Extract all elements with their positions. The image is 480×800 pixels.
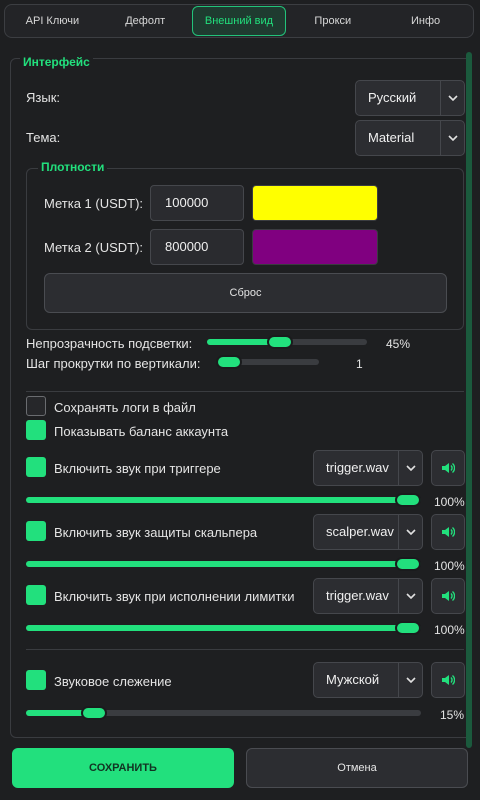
voice-tracking-checkbox[interactable] — [26, 670, 46, 690]
language-select[interactable]: Русский — [355, 80, 465, 116]
save-logs-checkbox[interactable] — [26, 396, 46, 416]
sound-trigger-select[interactable]: trigger.wav — [313, 450, 423, 486]
speaker-icon[interactable] — [431, 662, 465, 698]
language-label: Язык: — [26, 90, 60, 105]
tab-api-keys[interactable]: API Ключи — [6, 6, 99, 36]
theme-value: Material — [368, 130, 415, 145]
sound-limit-label: Включить звук при исполнении лимитки — [54, 589, 295, 604]
sound-trigger-checkbox[interactable] — [26, 457, 46, 477]
theme-select[interactable]: Material — [355, 120, 465, 156]
speaker-icon[interactable] — [431, 514, 465, 550]
sound-scalper-label: Включить звук защиты скальпера — [54, 525, 258, 540]
language-value: Русский — [368, 90, 417, 105]
voice-volume-value: 15% — [440, 708, 465, 722]
chevron-down-icon — [398, 663, 422, 697]
sound-trigger-volume-slider[interactable] — [26, 493, 421, 507]
sound-trigger-volume-handle[interactable] — [395, 493, 421, 507]
chevron-down-icon — [440, 121, 464, 155]
chevron-down-icon — [398, 451, 422, 485]
sound-scalper-volume-value: 100% — [434, 559, 465, 573]
sound-scalper-file: scalper.wav — [326, 524, 394, 539]
voice-value: Мужской — [326, 672, 380, 687]
sound-trigger-volume-value: 100% — [434, 495, 465, 509]
show-balance-label: Показывать баланс аккаунта — [54, 424, 229, 439]
voice-tracking-label: Звуковое слежение — [54, 674, 172, 689]
show-balance-checkbox[interactable] — [26, 420, 46, 440]
opacity-label: Непрозрачность подсветки: — [26, 336, 193, 351]
cancel-button[interactable]: Отмена — [246, 748, 468, 788]
sound-limit-volume-handle[interactable] — [395, 621, 421, 635]
divider — [26, 649, 464, 650]
tab-proxy[interactable]: Прокси — [286, 6, 379, 36]
sound-limit-checkbox[interactable] — [26, 585, 46, 605]
tab-default[interactable]: Дефолт — [99, 6, 192, 36]
opacity-value: 45% — [386, 337, 411, 351]
reset-button[interactable]: Сброс — [44, 273, 447, 313]
mark1-input[interactable]: 100000 — [150, 185, 244, 221]
scroll-step-value: 1 — [356, 357, 363, 371]
speaker-icon[interactable] — [431, 450, 465, 486]
mark2-label: Метка 2 (USDT): — [44, 240, 144, 255]
theme-label: Тема: — [26, 130, 61, 145]
divider — [26, 391, 464, 392]
tab-info[interactable]: Инфо — [379, 6, 472, 36]
scroll-step-slider[interactable] — [216, 355, 319, 369]
sound-limit-volume-fill — [26, 625, 421, 631]
sound-limit-volume-value: 100% — [434, 623, 465, 637]
sound-limit-volume-slider[interactable] — [26, 621, 421, 635]
sound-limit-select[interactable]: trigger.wav — [313, 578, 423, 614]
sound-scalper-select[interactable]: scalper.wav — [313, 514, 423, 550]
interface-legend: Интерфейс — [20, 55, 93, 69]
mark1-label: Метка 1 (USDT): — [44, 196, 144, 211]
scroll-step-slider-handle[interactable] — [216, 355, 242, 369]
mark2-color-swatch[interactable] — [252, 229, 378, 265]
tab-bar: API Ключи Дефолт Внешний вид Прокси Инфо — [4, 4, 474, 38]
tab-appearance[interactable]: Внешний вид — [191, 6, 287, 36]
chevron-down-icon — [398, 579, 422, 613]
opacity-slider[interactable] — [207, 335, 367, 349]
voice-volume-slider[interactable] — [26, 706, 421, 720]
sound-trigger-volume-fill — [26, 497, 421, 503]
chevron-down-icon — [440, 81, 464, 115]
sound-trigger-file: trigger.wav — [326, 460, 389, 475]
chevron-down-icon — [398, 515, 422, 549]
save-logs-label: Сохранять логи в файл — [54, 400, 196, 415]
scroll-step-label: Шаг прокрутки по вертикали: — [26, 356, 201, 371]
sound-scalper-volume-slider[interactable] — [26, 557, 421, 571]
voice-volume-handle[interactable] — [81, 706, 107, 720]
voice-select[interactable]: Мужской — [313, 662, 423, 698]
mark2-input[interactable]: 800000 — [150, 229, 244, 265]
sound-scalper-volume-handle[interactable] — [395, 557, 421, 571]
opacity-slider-handle[interactable] — [267, 335, 294, 349]
densities-legend: Плотности — [38, 160, 108, 174]
sound-trigger-label: Включить звук при триггере — [54, 461, 221, 476]
sound-scalper-volume-fill — [26, 561, 421, 567]
sound-limit-file: trigger.wav — [326, 588, 389, 603]
mark1-color-swatch[interactable] — [252, 185, 378, 221]
sound-scalper-checkbox[interactable] — [26, 521, 46, 541]
vertical-scrollbar[interactable] — [466, 52, 472, 748]
save-button[interactable]: СОХРАНИТЬ — [12, 748, 234, 788]
speaker-icon[interactable] — [431, 578, 465, 614]
